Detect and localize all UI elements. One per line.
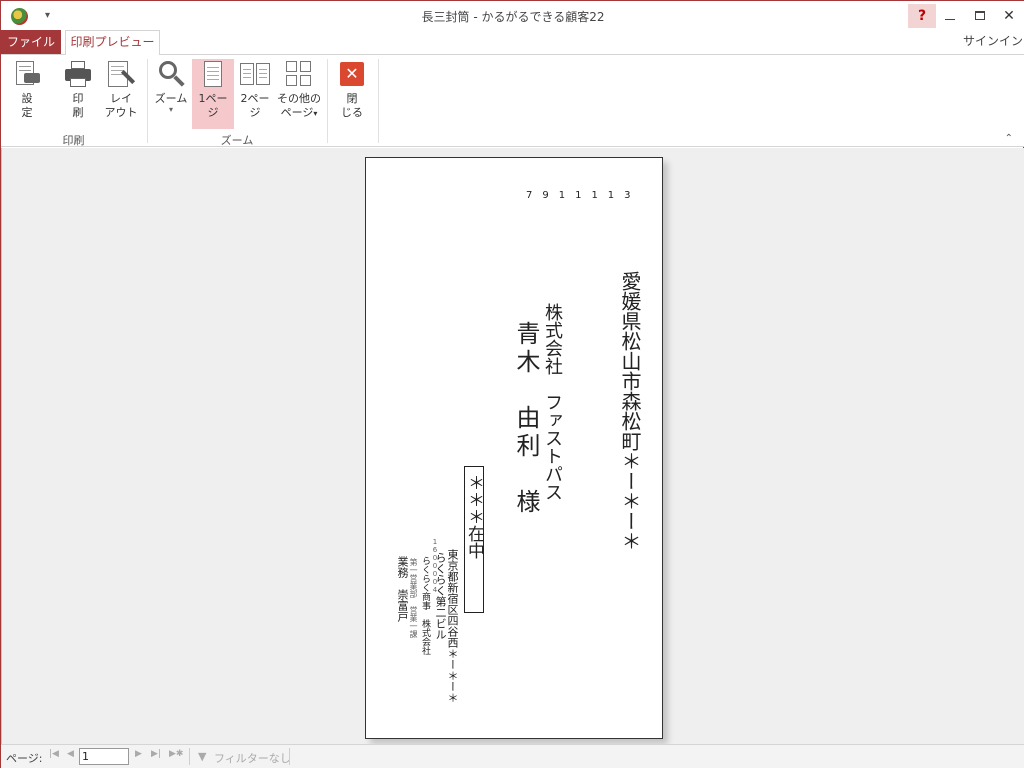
- minimize-icon: [945, 19, 955, 20]
- close-preview-label-2: じる: [341, 106, 363, 119]
- maximize-icon: [975, 11, 985, 20]
- page-number-input[interactable]: 1: [79, 748, 129, 765]
- layout-icon: [106, 59, 136, 89]
- chevron-down-icon: ▾: [168, 105, 173, 114]
- last-page-icon[interactable]: ▶|: [151, 749, 161, 759]
- status-bar: ページ: |◀ ◀ 1 ▶ ▶| ▶✱ ▼ フィルターなし: [1, 744, 1024, 768]
- recipient-company: 株式会社 ファストパス: [542, 303, 563, 501]
- ribbon: 設 定 印 刷 レイ アウト 印刷 ズーム ▾ 1ペー ジ 2ペー ジ その他の…: [1, 54, 1024, 147]
- ribbon-separator: [147, 59, 148, 143]
- other-pages-label-1: その他の: [277, 92, 321, 105]
- maximize-button[interactable]: [966, 4, 994, 28]
- recipient-name: 青木 由利 様: [512, 321, 540, 517]
- tab-file[interactable]: ファイル: [1, 30, 61, 54]
- print-label-1: 印: [72, 92, 84, 105]
- zoom-button[interactable]: ズーム ▾: [151, 59, 191, 129]
- status-separator: [289, 748, 290, 765]
- filter-icon: ▼: [198, 750, 207, 763]
- group-label-zoom: ズーム: [220, 134, 254, 147]
- next-page-icon[interactable]: ▶: [135, 749, 142, 759]
- close-preview-button[interactable]: ✕ 閉 じる: [332, 59, 372, 129]
- sender-department: 第一営業部 営業一課: [409, 558, 418, 638]
- contents-notice: ＊＊＊在中: [464, 474, 484, 559]
- other-pages-label-2: ページ: [280, 106, 314, 119]
- app-window: ▾ 長三封筒 - かるがるできる顧客22 ? ✕ ファイル 印刷プレビュー サイ…: [0, 0, 1024, 768]
- sender-address: 東京都新宿区四谷西＊ー＊ー＊: [446, 549, 459, 703]
- page-setup-button[interactable]: 設 定: [7, 59, 47, 129]
- magnifier-icon: [156, 59, 186, 89]
- two-pages-button[interactable]: 2ペー ジ: [236, 59, 274, 129]
- minimize-button[interactable]: [936, 4, 964, 28]
- ribbon-tab-row: ファイル 印刷プレビュー サインイン: [1, 30, 1024, 55]
- sender-name: 業務 崇富戸: [396, 556, 409, 622]
- filter-status[interactable]: フィルターなし: [214, 750, 291, 766]
- print-label-2: 刷: [72, 106, 84, 119]
- new-record-icon[interactable]: ▶✱: [169, 749, 183, 759]
- layout-label-2: アウト: [104, 106, 138, 119]
- recipient-postal-code: 7911113: [526, 190, 641, 201]
- page-setup-icon: [12, 59, 42, 89]
- prev-page-icon[interactable]: ◀: [67, 749, 74, 759]
- help-button[interactable]: ?: [908, 4, 936, 28]
- status-separator: [189, 748, 190, 765]
- one-page-label-1: 1ペー: [198, 92, 228, 105]
- one-page-icon: [198, 59, 228, 89]
- group-label-print: 印刷: [62, 134, 85, 147]
- page-setup-label-1: 設: [21, 92, 33, 105]
- zoom-label: ズーム: [154, 92, 188, 105]
- print-button[interactable]: 印 刷: [57, 59, 99, 129]
- sender-building: らくらく第二ビル: [434, 552, 447, 640]
- ribbon-separator: [378, 59, 379, 143]
- tab-print-preview[interactable]: 印刷プレビュー: [65, 30, 160, 55]
- window-title: 長三封筒 - かるがるできる顧客22: [421, 10, 605, 24]
- print-preview-area[interactable]: 7911113 愛媛県松山市森松町＊ー＊ー＊ 株式会社 ファストパス 青木 由利…: [1, 148, 1024, 744]
- printer-icon: [63, 59, 93, 89]
- layout-label-1: レイ: [110, 92, 132, 105]
- collapse-ribbon-icon[interactable]: ⌃: [1005, 133, 1013, 144]
- recipient-address-line1: 愛媛県松山市森松町＊ー＊ー＊: [618, 271, 642, 551]
- two-pages-icon: [240, 59, 270, 89]
- close-preview-label-1: 閉: [346, 92, 358, 105]
- page-setup-label-2: 定: [21, 106, 33, 119]
- ribbon-separator: [327, 59, 328, 143]
- other-pages-button[interactable]: その他の ページ▾: [276, 59, 322, 129]
- sender-company: らくらく商事 株式会社: [420, 556, 430, 655]
- first-page-icon[interactable]: |◀: [49, 749, 59, 759]
- signin-link[interactable]: サインイン: [963, 32, 1023, 49]
- close-preview-icon: ✕: [337, 59, 367, 89]
- one-page-button[interactable]: 1ペー ジ: [192, 59, 234, 129]
- multiple-pages-icon: [284, 59, 314, 89]
- layout-button[interactable]: レイ アウト: [101, 59, 141, 129]
- page-label: ページ:: [6, 752, 43, 765]
- chevron-down-icon: ▾: [313, 109, 318, 118]
- two-pages-label-2: ジ: [249, 106, 261, 119]
- close-window-button[interactable]: ✕: [995, 4, 1023, 28]
- title-bar: ▾ 長三封筒 - かるがるできる顧客22 ? ✕: [1, 0, 1024, 30]
- close-icon: ✕: [1003, 8, 1015, 24]
- two-pages-label-1: 2ペー: [240, 92, 270, 105]
- one-page-label-2: ジ: [207, 106, 219, 119]
- envelope-page: 7911113 愛媛県松山市森松町＊ー＊ー＊ 株式会社 ファストパス 青木 由利…: [365, 157, 663, 739]
